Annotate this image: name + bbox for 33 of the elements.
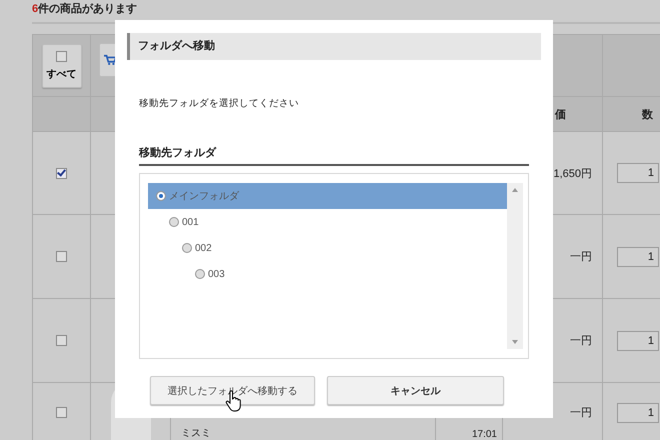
maker-name: ミスミ — [181, 427, 211, 440]
section-title: 移動先フォルダ — [139, 145, 529, 166]
folder-name[interactable]: 001 — [182, 216, 199, 228]
row-checkbox[interactable] — [56, 168, 67, 178]
price: 1,650円 — [553, 166, 592, 180]
price: 一円 — [570, 250, 592, 264]
folder-name[interactable]: 002 — [195, 242, 212, 254]
order-time: 17:01 — [472, 429, 497, 440]
price: 一円 — [570, 334, 592, 348]
quantity-field[interactable]: 1 — [617, 163, 659, 183]
price: 一円 — [570, 406, 592, 420]
row-checkbox[interactable] — [56, 407, 67, 418]
folder-radio[interactable] — [156, 191, 166, 201]
row-checkbox[interactable] — [56, 335, 67, 346]
quantity-field[interactable]: 1 — [617, 246, 659, 266]
cart-button[interactable] — [99, 43, 116, 77]
instruction-text: 移動先フォルダを選択してください — [139, 97, 300, 109]
folder-radio[interactable] — [195, 269, 205, 279]
folder-name[interactable]: 003 — [208, 268, 225, 280]
select-all-button[interactable]: すべて — [42, 44, 82, 88]
row-checkbox[interactable] — [56, 251, 67, 262]
quantity-field[interactable]: 1 — [617, 402, 659, 422]
folder-radio[interactable] — [169, 217, 179, 227]
scrollbar[interactable] — [507, 183, 523, 349]
cancel-button[interactable]: キャンセル — [327, 376, 504, 405]
cart-icon — [104, 54, 116, 66]
scroll-down-icon[interactable] — [511, 339, 519, 345]
scroll-up-icon[interactable] — [511, 187, 519, 193]
quantity-field[interactable]: 1 — [617, 330, 659, 350]
folder-radio[interactable] — [182, 243, 192, 253]
dialog-title: フォルダへ移動 — [127, 33, 541, 60]
column-header: 数 — [603, 97, 660, 132]
result-count: 6件の商品があります — [32, 2, 138, 17]
